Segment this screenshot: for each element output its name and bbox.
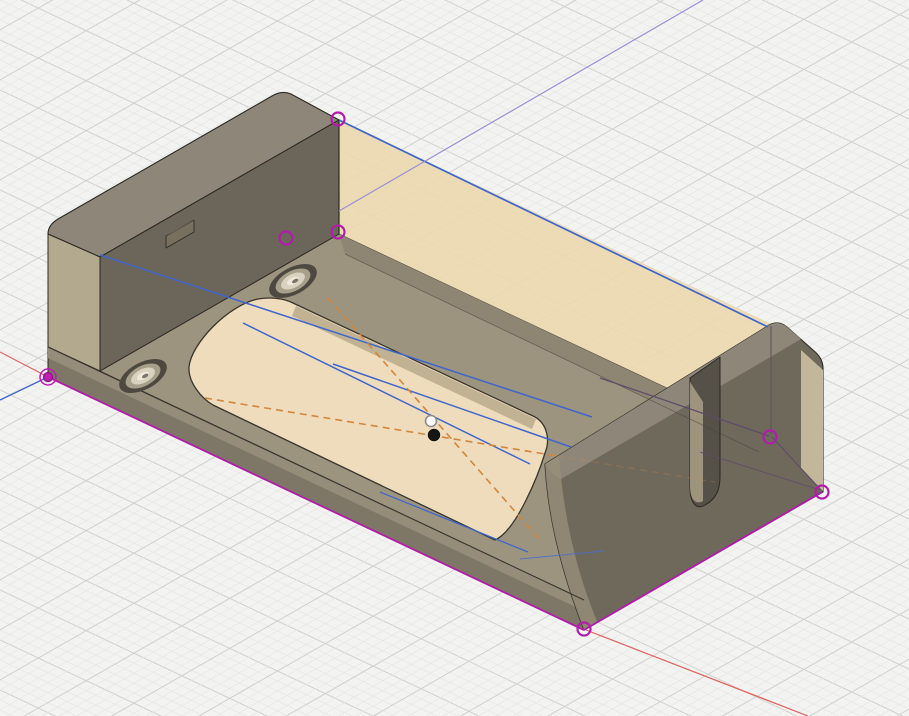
- right-wall-end-face[interactable]: [801, 350, 823, 491]
- point-marker: [44, 373, 53, 382]
- model-scene[interactable]: [0, 0, 909, 716]
- slot-inner-highlight: [690, 382, 703, 502]
- sketch-center-point[interactable]: [428, 429, 440, 441]
- point-marker: [426, 416, 437, 427]
- point-marker: [428, 429, 440, 441]
- cad-viewport[interactable]: [0, 0, 909, 716]
- sketch-projected-point[interactable]: [426, 416, 437, 427]
